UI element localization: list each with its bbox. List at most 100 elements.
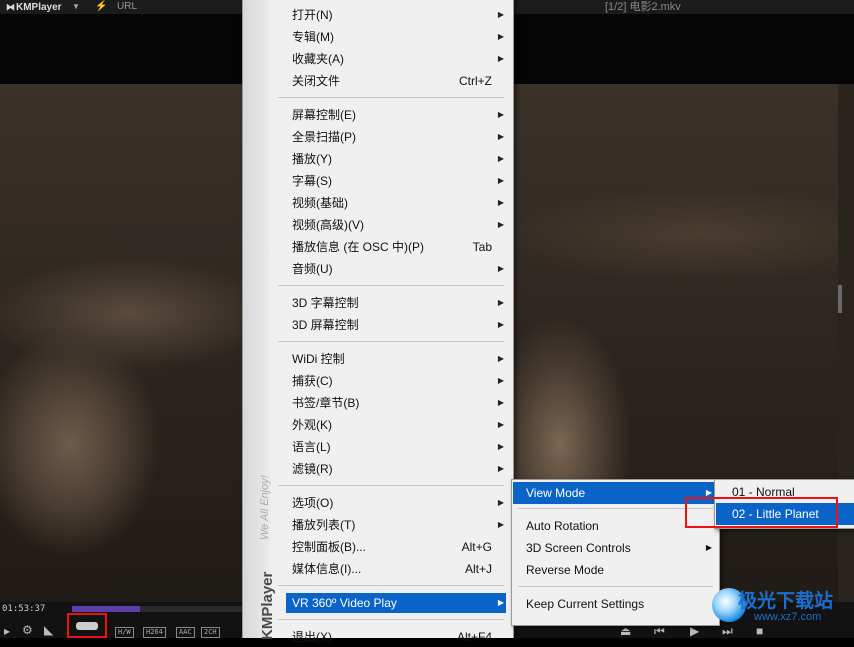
play-small-icon[interactable]: ▸: [4, 624, 10, 638]
gear-icon[interactable]: ⚙: [22, 623, 33, 637]
menu-item[interactable]: 3D 屏幕控制 ▶: [286, 315, 506, 335]
menu-item[interactable]: 媒体信息(I)... Alt+J: [286, 559, 506, 579]
codec-badge[interactable]: H264: [143, 627, 166, 638]
scroll-indicator[interactable]: [838, 285, 842, 313]
app-logo[interactable]: ⧓KMPlayer: [6, 0, 62, 15]
submenu-arrow-icon: ▶: [497, 32, 504, 41]
menu-item-label: 语言(L): [292, 440, 331, 454]
3d-glasses-icon[interactable]: ◣: [44, 623, 53, 637]
menu-item-label: 字幕(S): [292, 174, 332, 188]
menu-item[interactable]: 打开(N) ▶: [286, 5, 506, 25]
menu-item-label: 捕获(C): [292, 374, 333, 388]
menu-item[interactable]: 关闭文件 Ctrl+Z: [286, 71, 506, 91]
menu-item[interactable]: 书签/章节(B) ▶: [286, 393, 506, 413]
seek-bar-fill: [72, 606, 140, 612]
menu-item[interactable]: 字幕(S) ▶: [286, 171, 506, 191]
menu-item-label: 外观(K): [292, 418, 332, 432]
menu-item-shortcut: Alt+J: [464, 562, 492, 576]
menu-item[interactable]: 专辑(M) ▶: [286, 27, 506, 47]
menu-item-label: 视频(高级)(V): [292, 218, 364, 232]
menu-separator: [278, 97, 504, 98]
eject-icon[interactable]: ⏏: [620, 624, 631, 638]
menu-item[interactable]: 捕获(C) ▶: [286, 371, 506, 391]
submenu-arrow-icon: ▶: [497, 220, 504, 229]
submenu-arrow-icon: ▶: [497, 520, 504, 529]
menu-item-label: 书签/章节(B): [292, 396, 360, 410]
menu-item[interactable]: 收藏夹(A) ▶: [286, 49, 506, 69]
menu-item-label: 3D 屏幕控制: [292, 318, 359, 332]
app-name: KMPlayer: [16, 2, 62, 13]
vr-button[interactable]: [67, 613, 107, 638]
menu-item-label: 选项(O): [292, 496, 334, 510]
menu-item-label: 媒体信息(I)...: [292, 562, 362, 576]
submenu-arrow-icon: ▶: [497, 420, 504, 429]
menu-item[interactable]: 3D 字幕控制 ▶: [286, 293, 506, 313]
menu-item-label: 收藏夹(A): [292, 52, 344, 66]
menu-item[interactable]: 控制面板(B)... Alt+G: [286, 537, 506, 557]
menu-item[interactable]: 播放信息 (在 OSC 中)(P) Tab: [286, 237, 506, 257]
menu-item[interactable]: 全景扫描(P) ▶: [286, 127, 506, 147]
menu-item[interactable]: 退出(X) Alt+F4: [286, 627, 506, 647]
menu-item-shortcut: Ctrl+Z: [459, 74, 492, 88]
vr-reverse-mode-item[interactable]: Reverse Mode: [513, 559, 718, 581]
menu-item-label: 播放列表(T): [292, 518, 356, 532]
watermark-url: www.xz7.com: [754, 611, 822, 623]
menu-separator: [518, 508, 713, 509]
menu-item[interactable]: 屏幕控制(E) ▶: [286, 105, 506, 125]
menu-item-label: 全景扫描(P): [292, 130, 356, 144]
previous-icon[interactable]: ⏮: [654, 624, 665, 638]
menu-item-label: 屏幕控制(E): [292, 108, 356, 122]
annotation-highlight-box: [685, 497, 838, 528]
menu-item-label: 3D 字幕控制: [292, 296, 359, 310]
menu-separator: [278, 619, 504, 620]
submenu-arrow-icon: ▶: [497, 598, 504, 607]
vr-reverse-mode-label: Reverse Mode: [526, 563, 605, 577]
menu-item[interactable]: 外观(K) ▶: [286, 415, 506, 435]
menu-item[interactable]: 语言(L) ▶: [286, 437, 506, 457]
menu-item[interactable]: 滤镜(R) ▶: [286, 459, 506, 479]
submenu-arrow-icon: ▶: [497, 54, 504, 63]
menu-separator: [278, 341, 504, 342]
menu-item[interactable]: 音频(U) ▶: [286, 259, 506, 279]
vr-auto-rotation-label: Auto Rotation: [526, 519, 599, 533]
vr-3d-screen-controls-item[interactable]: 3D Screen Controls ▶: [513, 537, 718, 559]
vr-keep-settings-label: Keep Current Settings: [526, 597, 645, 611]
audio-codec-badge[interactable]: AAC: [176, 627, 195, 638]
submenu-arrow-icon: ▶: [497, 398, 504, 407]
submenu-arrow-icon: ▶: [497, 176, 504, 185]
chevron-down-icon[interactable]: ▼: [72, 0, 80, 14]
menu-item[interactable]: 播放列表(T) ▶: [286, 515, 506, 535]
menu-item-label: 播放信息 (在 OSC 中)(P): [292, 240, 424, 254]
menu-item-label: 控制面板(B)...: [292, 540, 366, 554]
play-icon[interactable]: ▶: [690, 624, 699, 638]
vr-headset-icon: [76, 622, 98, 630]
menu-brand-logo: KMPlayer: [259, 571, 276, 640]
menu-item[interactable]: 选项(O) ▶: [286, 493, 506, 513]
menu-item-label: 滤镜(R): [292, 462, 333, 476]
submenu-arrow-icon: ▶: [497, 354, 504, 363]
submenu-arrow-icon: ▶: [497, 10, 504, 19]
menu-brand-tagline: We All Enjoy!: [259, 475, 271, 540]
submenu-arrow-icon: ▶: [497, 198, 504, 207]
menu-item[interactable]: 视频(基础) ▶: [286, 193, 506, 213]
channels-badge[interactable]: 2CH: [201, 627, 220, 638]
menu-item-shortcut: Alt+G: [461, 540, 492, 554]
menu-item-shortcut: Tab: [472, 240, 492, 254]
menu-item-label: 打开(N): [292, 8, 333, 22]
menu-item[interactable]: WiDi 控制 ▶: [286, 349, 506, 369]
submenu-arrow-icon: ▶: [497, 376, 504, 385]
menu-separator: [278, 485, 504, 486]
vr-3d-screen-controls-label: 3D Screen Controls: [526, 541, 631, 555]
menu-item[interactable]: VR 360º Video Play ▶: [286, 593, 506, 613]
submenu-arrow-icon: ▶: [705, 543, 712, 552]
hw-badge[interactable]: H/W: [115, 627, 134, 638]
menu-separator: [278, 585, 504, 586]
menu-item[interactable]: 播放(Y) ▶: [286, 149, 506, 169]
menu-item-shortcut: Alt+F4: [456, 630, 492, 644]
lightning-icon[interactable]: ⚡: [95, 0, 107, 14]
vr-keep-settings-item[interactable]: Keep Current Settings: [513, 593, 718, 615]
menu-item-label: 播放(Y): [292, 152, 332, 166]
menu-item[interactable]: 视频(高级)(V) ▶: [286, 215, 506, 235]
url-button[interactable]: URL: [117, 0, 137, 14]
submenu-arrow-icon: ▶: [497, 498, 504, 507]
